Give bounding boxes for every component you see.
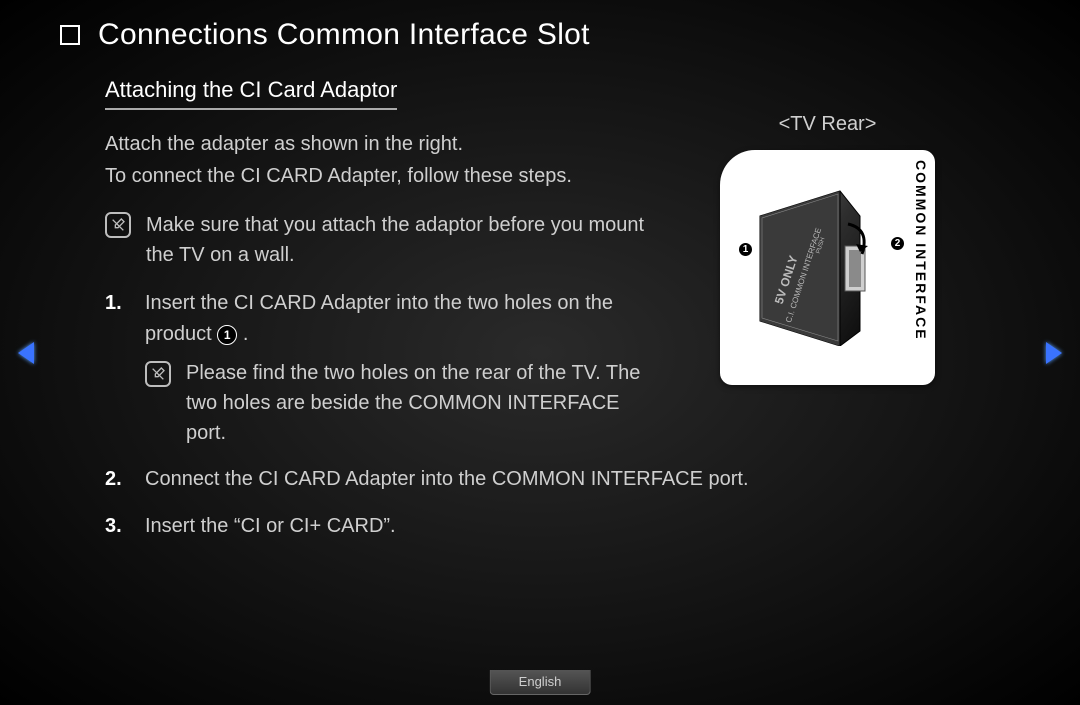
intro-line-1: Attach the adapter as shown in the right…	[105, 133, 463, 155]
step-1-number: 1.	[105, 288, 145, 319]
tv-rear-figure: COMMON INTERFACE C.I. C	[720, 150, 935, 385]
note-icon	[105, 212, 131, 238]
figure-caption: <TV Rear>	[720, 113, 935, 136]
step-2-text: Connect the CI CARD Adapter into the COM…	[145, 468, 749, 490]
top-note-text: Make sure that you attach the adaptor be…	[146, 210, 665, 270]
note-icon	[145, 361, 171, 387]
intro-line-2: To connect the CI CARD Adapter, follow t…	[105, 165, 572, 187]
figure-callout-2-icon: 2	[890, 236, 905, 251]
language-indicator[interactable]: English	[490, 670, 591, 695]
section-subtitle: Attaching the CI Card Adaptor	[105, 77, 397, 110]
step-3-text: Insert the “CI or CI+ CARD”.	[145, 515, 396, 537]
step-2-number: 2.	[105, 464, 145, 495]
nav-next-arrow[interactable]	[1046, 342, 1062, 364]
step-3-number: 3.	[105, 511, 145, 542]
step-1-subnote-text: Please find the two holes on the rear of…	[186, 358, 665, 448]
adapter-illustration: C.I. COMMON INTERFACE 5V ONLY PUSH	[750, 186, 870, 346]
title-bullet-icon	[60, 25, 80, 45]
step-1-text-b: .	[243, 323, 249, 345]
top-note: Make sure that you attach the adaptor be…	[105, 210, 665, 270]
figure-wrapper: <TV Rear> COMMON INTERFACE	[720, 113, 935, 385]
step-3: 3. Insert the “CI or CI+ CARD”.	[105, 511, 1020, 542]
page-title-row: Connections Common Interface Slot	[60, 18, 1020, 52]
figure-arrow-icon	[734, 210, 748, 220]
intro-paragraph: Attach the adapter as shown in the right…	[105, 128, 665, 192]
step-1-text-a: Insert the CI CARD Adapter into the two …	[145, 292, 613, 345]
step-2: 2. Connect the CI CARD Adapter into the …	[105, 464, 1020, 495]
figure-side-label: COMMON INTERFACE	[913, 160, 929, 341]
nav-prev-arrow[interactable]	[18, 342, 34, 364]
step-1-subnote: Please find the two holes on the rear of…	[145, 358, 665, 448]
figure-callout-1-icon: 1	[738, 242, 753, 257]
callout-1-icon: 1	[217, 325, 237, 345]
page-title: Connections Common Interface Slot	[98, 18, 590, 52]
manual-page: Connections Common Interface Slot Attach…	[60, 18, 1020, 665]
figure-arrow-icon	[734, 314, 748, 324]
